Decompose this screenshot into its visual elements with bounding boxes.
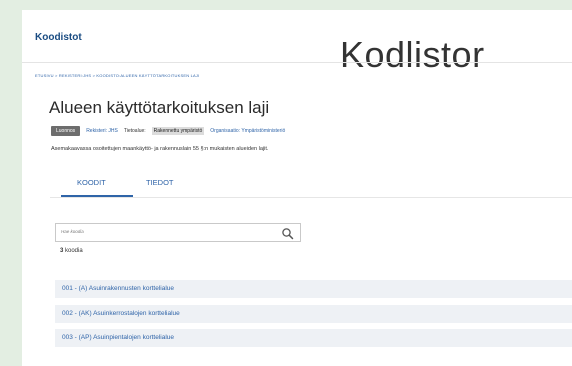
code-list-description: Asemakaavassa osoitettujen maankäyttö- j…: [51, 146, 269, 152]
data-area-label: Tietoalue:: [123, 128, 146, 134]
result-count-label: koodia: [63, 248, 83, 254]
organization-label: Organisaatio: Ympäristöministeriö: [210, 128, 286, 134]
registry-label: Rekisteri: JHS: [86, 128, 118, 134]
breadcrumb[interactable]: ETUSIVU > REKISTERI:JHS > KOODISTO:ALUEE…: [35, 73, 199, 78]
data-area-chip: Rakennettu ympäristö: [151, 127, 205, 135]
tab-codes[interactable]: KOODIT: [77, 178, 106, 187]
app-frame: Koodistot Kodlistor ETUSIVU > REKISTERI:…: [22, 10, 572, 366]
code-list-item[interactable]: 001 - (A) Asuinrakennusten korttelialue: [55, 280, 572, 298]
search-box[interactable]: Hae koodia: [55, 223, 301, 242]
search-input[interactable]: Hae koodia: [61, 229, 84, 234]
page-title: Alueen käyttötarkoituksen laji: [49, 98, 270, 117]
status-badge: Luonnos: [51, 126, 81, 136]
result-count: 3 koodia: [60, 248, 83, 254]
tabs-divider: [50, 197, 572, 198]
search-icon[interactable]: [281, 227, 294, 240]
tab-info[interactable]: TIEDOT: [146, 178, 174, 187]
header-divider: [22, 62, 572, 63]
meta-row: Luonnos Rekisteri: JHS Tietoalue: Rakenn…: [51, 126, 285, 136]
code-list-item[interactable]: 002 - (AK) Asuinkerrostalojen korttelial…: [55, 305, 572, 323]
overlay-title: Kodlistor: [340, 34, 485, 75]
code-list-item[interactable]: 003 - (AP) Asuinpientalojen korttelialue: [55, 329, 572, 347]
app-brand[interactable]: Koodistot: [35, 32, 82, 43]
